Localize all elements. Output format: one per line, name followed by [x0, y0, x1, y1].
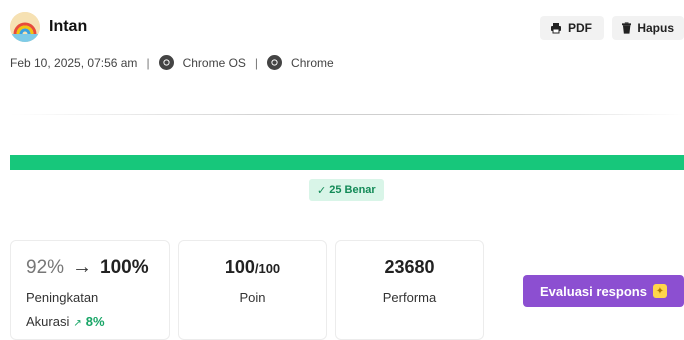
rainbow-avatar-icon: [10, 12, 40, 42]
accuracy-sub-label: Akurasi: [26, 314, 70, 329]
performance-value: 23680: [384, 257, 435, 277]
chrome-icon: [158, 55, 174, 70]
accuracy-change: 92% → 100%: [26, 256, 149, 279]
accuracy-new: 100%: [100, 256, 149, 278]
session-date: Feb 10, 2025, 07:56 am: [10, 55, 138, 70]
evaluate-response-button[interactable]: Evaluasi respons ✦: [523, 275, 684, 307]
points-label: Poin: [239, 290, 266, 305]
avatar: [10, 12, 40, 42]
points-denominator: /100: [254, 261, 281, 276]
points-value: 100/100: [178, 257, 327, 278]
chrome-icon: [267, 55, 283, 70]
accuracy-delta: 8%: [85, 314, 105, 329]
printer-icon: [551, 23, 561, 34]
user-name: Intan: [49, 18, 88, 35]
divider: [10, 114, 684, 115]
os-name: Chrome OS: [182, 55, 246, 70]
sparkle-icon: ✦: [652, 284, 667, 298]
accuracy-sub: Akurasi ↗ 8%: [26, 314, 105, 329]
correct-count-badge: ✓ 25 Benar: [309, 179, 384, 201]
evaluate-response-label: Evaluasi respons: [540, 283, 647, 299]
arrow-right-icon: →: [72, 256, 93, 278]
pdf-button-label: PDF: [568, 21, 592, 35]
browser-name: Chrome: [291, 55, 334, 70]
accuracy-old: 92%: [26, 256, 65, 278]
session-meta: Feb 10, 2025, 07:56 am | Chrome OS | Chr…: [10, 55, 334, 70]
trash-icon: [622, 22, 632, 34]
points-number: 100: [224, 257, 255, 277]
delete-button-label: Hapus: [637, 21, 674, 35]
performance-label: Performa: [382, 290, 437, 305]
separator: |: [146, 55, 150, 70]
accuracy-label: Peningkatan: [26, 290, 99, 305]
correct-count-label: 25 Benar: [329, 184, 376, 196]
arrow-up-right-icon: ↗: [73, 318, 82, 329]
score-progress-bar: [10, 155, 684, 170]
separator: |: [254, 55, 259, 70]
check-icon: ✓: [317, 184, 327, 197]
pdf-button[interactable]: PDF: [540, 16, 604, 40]
delete-button[interactable]: Hapus: [612, 16, 684, 40]
